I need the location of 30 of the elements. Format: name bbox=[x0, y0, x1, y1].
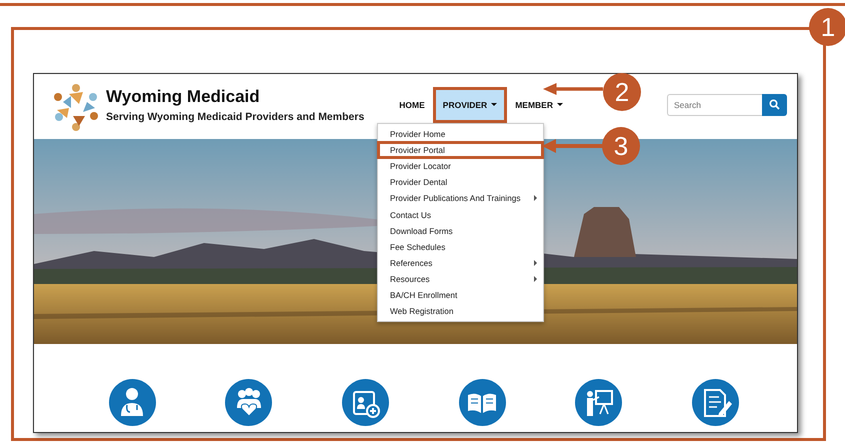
nav-link[interactable]: MEMBER bbox=[510, 100, 568, 110]
menu-item[interactable]: Provider Locator bbox=[378, 158, 543, 174]
nav-link[interactable]: PROVIDER bbox=[436, 90, 504, 120]
site-tagline: Serving Wyoming Medicaid Providers and Members bbox=[106, 111, 364, 123]
open-book-link[interactable] bbox=[458, 379, 506, 426]
search-field[interactable]: Search bbox=[667, 94, 762, 116]
site-title: Wyoming Medicaid bbox=[106, 87, 261, 107]
callout-arrow bbox=[542, 139, 604, 153]
menu-item[interactable]: Download Forms bbox=[378, 222, 543, 239]
logo-icon bbox=[51, 82, 101, 132]
menu-item[interactable]: References bbox=[378, 254, 543, 271]
menu-item[interactable]: Provider Home bbox=[378, 126, 543, 142]
document-pencil-link[interactable] bbox=[692, 379, 739, 426]
presenter-link[interactable] bbox=[575, 379, 622, 426]
id-card-plus-link[interactable] bbox=[342, 379, 389, 426]
callout-badge: 1 bbox=[809, 8, 845, 46]
family-link[interactable] bbox=[225, 379, 272, 426]
nav-link[interactable]: HOME bbox=[394, 100, 430, 110]
menu-item[interactable]: Provider Portal bbox=[378, 142, 543, 158]
callout-arrow bbox=[543, 83, 603, 95]
menu-item[interactable]: Provider Publications And Trainings bbox=[378, 190, 543, 206]
menu-item[interactable]: Web Registration bbox=[378, 303, 543, 320]
menu-item[interactable]: Provider Dental bbox=[378, 174, 543, 190]
person-link[interactable] bbox=[108, 379, 156, 426]
search-icon bbox=[769, 99, 780, 110]
menu-item[interactable]: BA/CH Enrollment bbox=[378, 286, 543, 304]
search-button[interactable] bbox=[762, 94, 787, 116]
menu-item[interactable]: Contact Us bbox=[378, 206, 543, 223]
menu-item[interactable]: Resources bbox=[378, 270, 543, 287]
menu-item[interactable]: Fee Schedules bbox=[378, 238, 543, 255]
